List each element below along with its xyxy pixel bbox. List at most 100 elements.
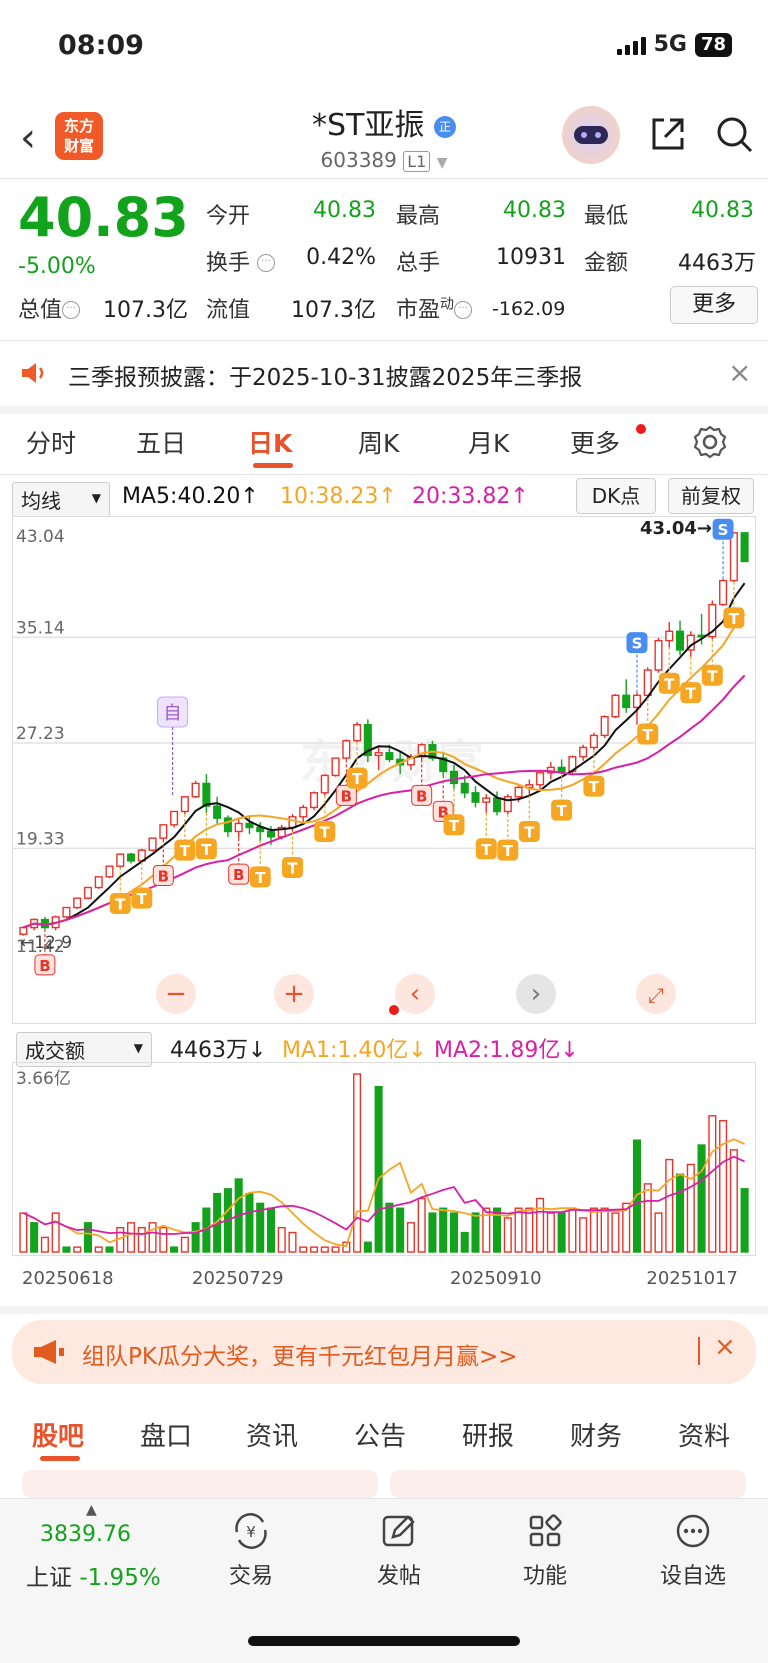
candle-body	[182, 797, 189, 812]
tab-news[interactable]: 资讯	[246, 1416, 298, 1453]
x-tick-label: 20251017	[646, 1268, 738, 1289]
low-label: 最低	[584, 198, 628, 230]
info-dots-icon[interactable]: ···	[454, 301, 472, 319]
candle-body	[601, 717, 608, 736]
tab-finance[interactable]: 财务	[570, 1416, 622, 1453]
candlestick-chart[interactable]: 东方财富 BBBBBBTTTTTTTTTTTTTTTTTTTSS自 43.043…	[12, 516, 756, 1024]
candle-body	[634, 695, 641, 707]
tab-daily-k[interactable]: 日K	[248, 424, 292, 460]
indicator-select[interactable]: 均线▼	[12, 482, 110, 517]
volume-max-label: 3.66亿	[16, 1069, 71, 1089]
volume-bar	[558, 1213, 565, 1252]
y-tick-label: 27.23	[16, 724, 65, 744]
index-name: 上证	[26, 1565, 72, 1591]
volume-bar	[354, 1074, 361, 1252]
candle-body	[591, 735, 598, 747]
volume-bar	[375, 1087, 382, 1252]
marker-letter: T	[686, 685, 697, 703]
dk-point-button[interactable]: DK点	[576, 478, 656, 514]
tab-announcement[interactable]: 公告	[354, 1416, 406, 1453]
nav-functions-label: 功能	[523, 1564, 567, 1589]
info-dots-icon[interactable]: ···	[257, 254, 275, 272]
candle-body	[268, 831, 275, 836]
volume-chart[interactable]: 3.66亿20250618202507292025091020251017	[12, 1062, 756, 1312]
candle-body	[128, 854, 135, 861]
marker-letter: S	[632, 635, 643, 653]
search-icon[interactable]	[714, 114, 754, 154]
tab-research[interactable]: 研报	[462, 1416, 514, 1453]
tab-five-day[interactable]: 五日	[136, 424, 186, 460]
share-icon[interactable]	[648, 114, 688, 154]
adjust-button[interactable]: 前复权	[668, 478, 754, 514]
nav-watchlist[interactable]: 设自选	[638, 1512, 748, 1590]
candle-body	[95, 877, 102, 888]
candle-body	[655, 641, 662, 670]
tab-pankou[interactable]: 盘口	[140, 1416, 192, 1453]
tab-more[interactable]: 更多	[570, 424, 620, 460]
volume-bar	[569, 1208, 576, 1252]
more-dots-icon	[673, 1512, 713, 1550]
volume-bar	[85, 1223, 92, 1252]
candle-body	[74, 898, 81, 907]
candle-body	[117, 854, 124, 866]
volume-bar	[461, 1233, 468, 1252]
tab-intraday[interactable]: 分时	[26, 424, 76, 460]
nav-trade[interactable]: ¥ 交易	[196, 1512, 306, 1590]
marker-letter: T	[643, 726, 654, 744]
pe-label-text: 市盈	[396, 298, 440, 323]
self-marker-text: 自	[164, 703, 182, 724]
index-value[interactable]: 3839.76	[40, 1522, 131, 1547]
vol-ma1-legend: MA1:1.40亿↓	[282, 1032, 427, 1064]
tabs-divider	[0, 474, 768, 475]
marker-letter: S	[718, 521, 729, 539]
candle-body	[472, 793, 479, 802]
marker-letter: T	[201, 841, 212, 859]
marker-letter: T	[180, 842, 191, 860]
close-icon[interactable]: ×	[728, 356, 751, 389]
nav-post[interactable]: 发帖	[344, 1512, 454, 1590]
volume-bar	[365, 1242, 372, 1252]
more-button[interactable]: 更多	[670, 286, 758, 324]
tab-profile[interactable]: 资料	[678, 1416, 730, 1453]
info-dots-icon[interactable]: ···	[62, 301, 80, 319]
volume-bar	[655, 1213, 662, 1252]
card-peek-right	[390, 1470, 746, 1498]
gear-icon[interactable]	[692, 424, 728, 460]
volume-bar	[429, 1213, 436, 1252]
volume-bar	[332, 1247, 339, 1252]
volume-bar	[192, 1223, 199, 1252]
open-value: 40.83	[290, 198, 376, 223]
volume-bar	[311, 1247, 318, 1252]
candle-body	[171, 811, 178, 824]
candle-body	[483, 798, 490, 802]
mktcap-label-text: 总值	[18, 298, 62, 323]
assistant-robot-icon[interactable]	[562, 106, 620, 164]
promo-text[interactable]: 组队PK瓜分大奖，更有千元红包月月赢>>	[82, 1337, 518, 1371]
nav-functions[interactable]: 功能	[490, 1512, 600, 1590]
marker-letter: T	[449, 817, 460, 835]
promo-separator	[698, 1337, 700, 1365]
candle-body	[149, 838, 156, 850]
candle-body	[537, 773, 544, 785]
promo-close-icon[interactable]: ×	[714, 1332, 736, 1362]
marker-letter: T	[524, 823, 535, 841]
candle-body	[203, 783, 210, 806]
header-divider	[0, 178, 768, 179]
marker-letter: T	[137, 890, 148, 908]
notice-divider	[0, 340, 768, 341]
volume-bar	[289, 1233, 296, 1252]
open-label: 今开	[206, 198, 250, 230]
tab-monthly-k[interactable]: 月K	[468, 424, 509, 460]
index-row[interactable]: 上证 -1.95%	[26, 1558, 161, 1592]
candle-body	[386, 753, 393, 760]
volume-bar	[42, 1237, 49, 1252]
vol-ma2-legend: MA2:1.89亿↓	[434, 1032, 579, 1064]
volume-bar	[666, 1160, 673, 1252]
marker-letter: T	[707, 667, 718, 685]
float-value: 107.3亿	[280, 292, 376, 324]
y-tick-label: 43.04	[16, 527, 65, 547]
candle-body	[343, 741, 350, 758]
tab-weekly-k[interactable]: 周K	[358, 424, 399, 460]
tab-guba[interactable]: 股吧	[32, 1416, 84, 1453]
notice-text[interactable]: 三季报预披露：于2025-10-31披露2025年三季报	[68, 358, 582, 392]
